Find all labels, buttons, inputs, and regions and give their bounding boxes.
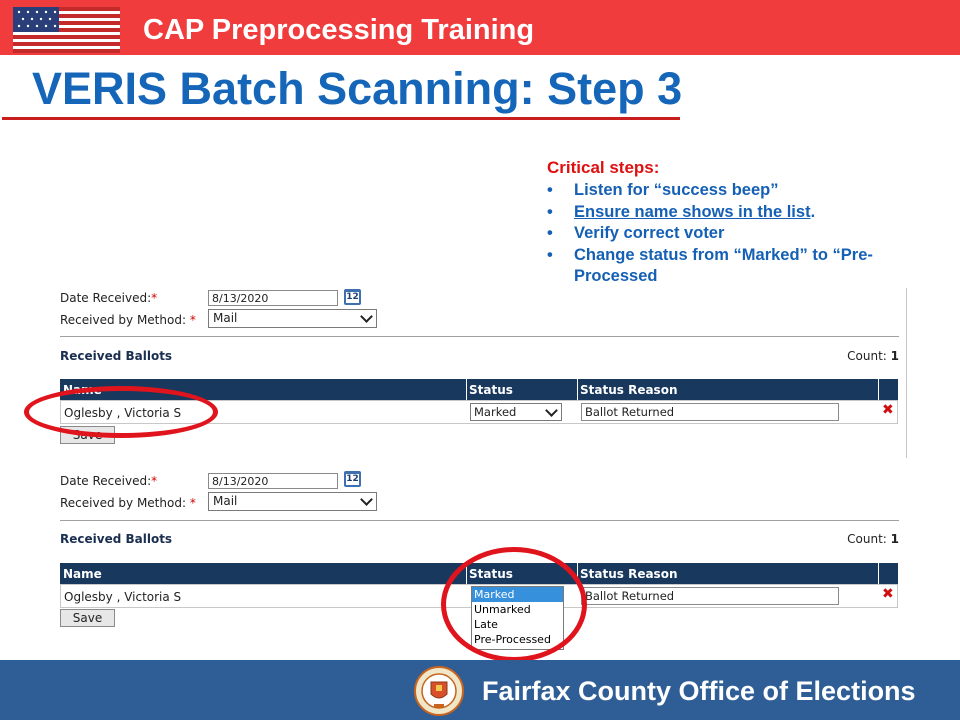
ballot-count: Count: 1: [847, 532, 899, 546]
slide-title: VERIS Batch Scanning: Step 3: [32, 63, 683, 114]
title-underline: [2, 117, 680, 120]
received-method-select[interactable]: Mail: [208, 492, 377, 511]
critical-step-text: Listen for “success beep”: [574, 181, 779, 199]
date-received-label: Date Received:*: [60, 474, 158, 488]
veris-form-before: Date Received:* 8/13/2020 12 Received by…: [54, 288, 907, 458]
critical-step-item: • Ensure name shows in the list.: [547, 202, 947, 224]
divider: [60, 336, 899, 337]
date-received-input[interactable]: 8/13/2020: [208, 290, 338, 306]
critical-step-text: Change status from “Marked” to “Pre-Proc…: [574, 245, 873, 286]
date-received-input[interactable]: 8/13/2020: [208, 473, 338, 489]
critical-step-item: • Change status from “Marked” to “Pre-Pr…: [547, 245, 947, 288]
name-highlight-oval: [24, 386, 218, 438]
voter-name: Oglesby , Victoria S: [64, 590, 182, 604]
received-ballots-heading: Received Ballots: [60, 349, 173, 363]
status-reason-input[interactable]: Ballot Returned: [581, 403, 839, 421]
critical-step-text: Ensure name shows in the list: [574, 202, 811, 221]
bullet: •: [547, 245, 553, 264]
ballot-count: Count: 1: [847, 349, 899, 363]
status-select[interactable]: Marked: [470, 403, 562, 421]
top-banner: CAP Preprocessing Training: [0, 0, 960, 55]
divider: [60, 520, 899, 521]
footer-org-name: Fairfax County Office of Elections: [482, 676, 916, 706]
chevron-down-icon: [545, 404, 558, 417]
critical-step-item: • Verify correct voter: [547, 223, 947, 245]
calendar-icon[interactable]: 12: [344, 471, 361, 487]
delete-icon[interactable]: ✖: [882, 587, 896, 601]
delete-icon[interactable]: ✖: [882, 403, 896, 417]
critical-step-item: • Listen for “success beep”: [547, 180, 947, 202]
date-received-label: Date Received:*: [60, 291, 158, 305]
calendar-icon[interactable]: 12: [344, 289, 361, 305]
bullet: •: [547, 181, 553, 199]
column-name: Name: [63, 567, 102, 581]
save-button[interactable]: Save: [60, 609, 115, 627]
received-method-label: Received by Method: *: [60, 496, 196, 510]
us-flag-icon: [13, 7, 120, 53]
bullet: •: [547, 202, 553, 221]
status-highlight-oval: [441, 547, 587, 662]
county-seal-icon: [412, 666, 466, 716]
bullet: •: [547, 224, 553, 242]
critical-step-period: .: [810, 202, 816, 221]
column-status: Status: [469, 383, 513, 397]
column-status-reason: Status Reason: [580, 567, 678, 581]
chevron-down-icon: [360, 310, 373, 323]
received-method-select[interactable]: Mail: [208, 309, 377, 328]
chevron-down-icon: [360, 493, 373, 506]
critical-steps-box: Critical steps: • Listen for “success be…: [547, 158, 947, 288]
column-status-reason: Status Reason: [580, 383, 678, 397]
received-ballots-heading: Received Ballots: [60, 532, 173, 546]
critical-steps-heading: Critical steps:: [547, 158, 660, 177]
received-method-label: Received by Method: *: [60, 313, 196, 327]
critical-step-text: Verify correct voter: [574, 224, 725, 242]
banner-title: CAP Preprocessing Training: [143, 14, 535, 46]
status-reason-input[interactable]: Ballot Returned: [581, 587, 839, 605]
